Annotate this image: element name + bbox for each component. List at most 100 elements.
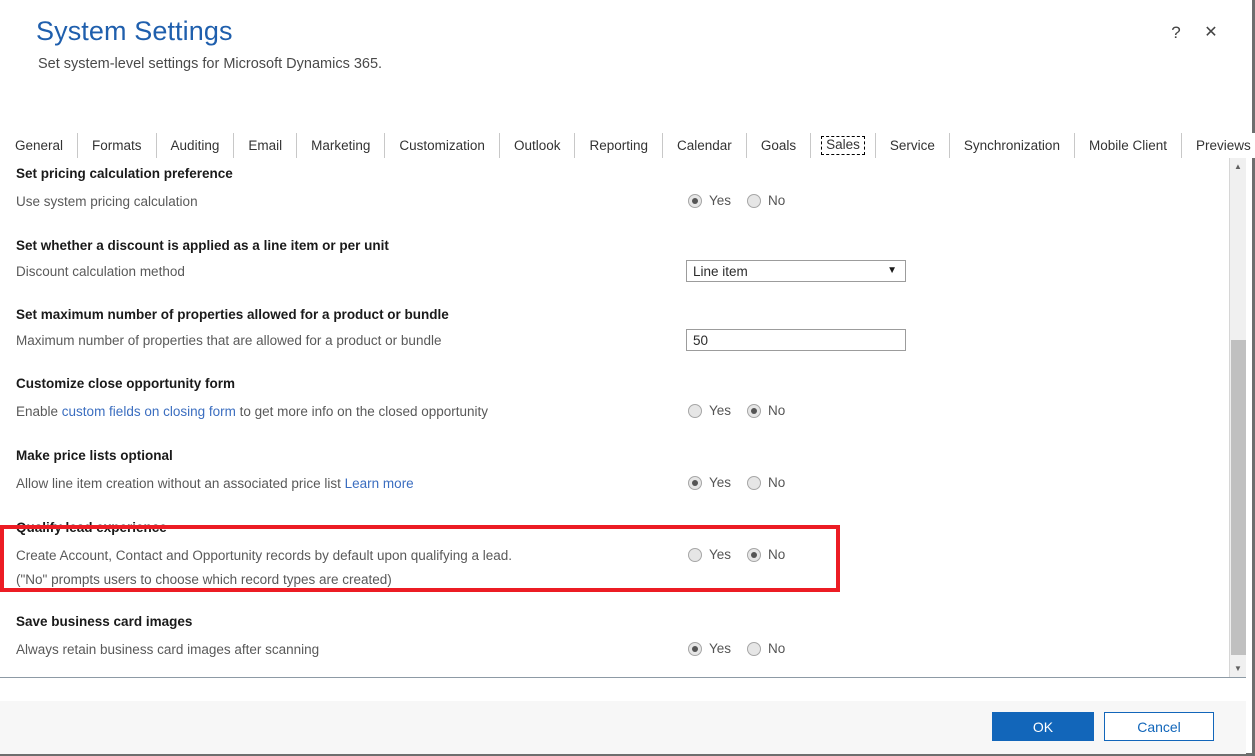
dialog-header: System Settings Set system-level setting…: [0, 0, 1246, 122]
radio-indicator-icon[interactable]: [747, 475, 762, 490]
radio-label: Yes: [709, 475, 732, 490]
tab-label: Sales: [821, 136, 865, 155]
radio-label: No: [768, 403, 786, 418]
dialog-footer: OK Cancel: [0, 700, 1246, 754]
radio-option-no[interactable]: No: [747, 403, 785, 418]
radio-label: No: [768, 475, 786, 490]
tab-label: Synchronization: [963, 138, 1060, 153]
radio-label: No: [768, 641, 786, 656]
radio-option-no[interactable]: No: [747, 193, 785, 208]
tab-label: Calendar: [677, 138, 732, 153]
radio-label: Yes: [709, 547, 732, 562]
setting-description: Discount calculation method: [16, 264, 185, 279]
radio-option-yes[interactable]: Yes: [688, 403, 731, 418]
radio-indicator-icon[interactable]: [688, 403, 702, 418]
description-text-pre: Allow line item creation without an asso…: [16, 476, 345, 491]
tab-auditing[interactable]: Auditing: [156, 133, 235, 158]
tab-email[interactable]: Email: [234, 133, 298, 158]
radio-option-no[interactable]: No: [747, 547, 785, 562]
content-scrollbar[interactable]: ▲ ▼: [1229, 158, 1246, 677]
select-value: Line item: [693, 263, 748, 279]
radio-label: No: [768, 193, 786, 208]
description-link[interactable]: Learn more: [345, 476, 414, 491]
scroll-down-icon[interactable]: ▼: [1230, 660, 1246, 677]
tab-synchronization[interactable]: Synchronization: [949, 133, 1075, 158]
radio-indicator-icon[interactable]: [688, 547, 702, 562]
yes-no-radio-group: Yes No: [688, 403, 785, 418]
setting-heading: Qualify lead experience: [16, 520, 167, 535]
tab-customization[interactable]: Customization: [385, 133, 500, 158]
radio-option-yes[interactable]: Yes: [688, 475, 731, 490]
discount-calculation-method-select[interactable]: Line item ▼: [686, 260, 906, 282]
max-properties-input[interactable]: 50: [686, 329, 906, 351]
yes-no-radio-group: Yes No: [688, 641, 785, 656]
help-icon[interactable]: ?: [1167, 24, 1185, 41]
ok-button[interactable]: OK: [992, 712, 1094, 741]
tab-label: Customization: [399, 138, 485, 153]
tab-calendar[interactable]: Calendar: [663, 133, 747, 158]
setting-description-secondary: ("No" prompts users to choose which reco…: [16, 572, 392, 587]
tab-label: Goals: [760, 138, 797, 153]
radio-option-yes[interactable]: Yes: [688, 641, 731, 656]
tab-label: Mobile Client: [1088, 138, 1167, 153]
tab-outlook[interactable]: Outlook: [499, 133, 576, 158]
setting-heading: Set maximum number of properties allowed…: [16, 307, 449, 322]
tab-previews[interactable]: Previews: [1182, 133, 1255, 158]
header-icon-group: ? ✕: [1167, 24, 1220, 41]
radio-label: Yes: [709, 641, 732, 656]
settings-list: Set pricing calculation preference Use sy…: [0, 158, 1229, 677]
setting-description: Allow line item creation without an asso…: [16, 476, 414, 491]
tab-label: Reporting: [589, 138, 649, 153]
system-settings-dialog: System Settings Set system-level setting…: [0, 0, 1255, 756]
setting-description: Maximum number of properties that are al…: [16, 333, 442, 348]
tab-label: Auditing: [170, 138, 220, 153]
tab-general[interactable]: General: [0, 133, 79, 158]
page-subtitle: Set system-level settings for Microsoft …: [38, 56, 383, 72]
settings-content-panel: Set pricing calculation preference Use sy…: [0, 158, 1246, 678]
radio-indicator-icon[interactable]: [747, 641, 762, 656]
setting-heading: Set whether a discount is applied as a l…: [16, 238, 389, 253]
yes-no-radio-group: Yes No: [688, 475, 785, 490]
tab-goals[interactable]: Goals: [746, 133, 812, 158]
scrollbar-thumb[interactable]: [1231, 340, 1246, 655]
tab-formats[interactable]: Formats: [78, 133, 157, 158]
tab-label: Service: [889, 138, 935, 153]
radio-indicator-icon[interactable]: [688, 641, 702, 656]
setting-heading: Set pricing calculation preference: [16, 166, 233, 181]
tab-label: General: [15, 138, 64, 153]
tab-sales[interactable]: Sales: [811, 133, 876, 159]
tab-marketing[interactable]: Marketing: [297, 133, 386, 158]
chevron-down-icon[interactable]: ▼: [887, 266, 897, 276]
description-text-pre: Enable: [16, 404, 62, 419]
radio-option-no[interactable]: No: [747, 641, 785, 656]
radio-indicator-icon[interactable]: [747, 193, 762, 208]
tab-mobile-client[interactable]: Mobile Client: [1074, 133, 1182, 158]
settings-tab-strip: General Formats Auditing Email Marketing Cust…: [0, 133, 1255, 159]
radio-option-yes[interactable]: Yes: [688, 547, 731, 562]
input-value: 50: [693, 332, 709, 348]
setting-heading: Customize close opportunity form: [16, 376, 236, 391]
setting-description: Use system pricing calculation: [16, 194, 198, 209]
tab-reporting[interactable]: Reporting: [575, 133, 664, 158]
setting-description: Enable custom fields on closing form to …: [16, 404, 488, 419]
radio-label: Yes: [709, 193, 732, 208]
tab-label: Formats: [92, 138, 142, 153]
tab-service[interactable]: Service: [875, 133, 950, 158]
scroll-up-icon[interactable]: ▲: [1230, 158, 1246, 175]
radio-indicator-icon[interactable]: [688, 193, 702, 208]
tab-label: Email: [248, 138, 283, 153]
description-link[interactable]: custom fields on closing form: [62, 404, 236, 419]
radio-indicator-icon[interactable]: [747, 403, 762, 418]
cancel-button[interactable]: Cancel: [1104, 712, 1214, 741]
radio-indicator-icon[interactable]: [688, 475, 702, 490]
description-text-post: to get more info on the closed opportuni…: [235, 404, 489, 419]
tab-label: Marketing: [311, 138, 371, 153]
radio-indicator-icon[interactable]: [747, 547, 762, 562]
tab-label: Outlook: [513, 138, 561, 153]
setting-description: Always retain business card images after…: [16, 642, 320, 657]
tab-label: Previews: [1196, 138, 1251, 153]
setting-heading: Save business card images: [16, 614, 193, 629]
radio-option-no[interactable]: No: [747, 475, 785, 490]
close-icon[interactable]: ✕: [1202, 24, 1220, 41]
radio-option-yes[interactable]: Yes: [688, 193, 731, 208]
